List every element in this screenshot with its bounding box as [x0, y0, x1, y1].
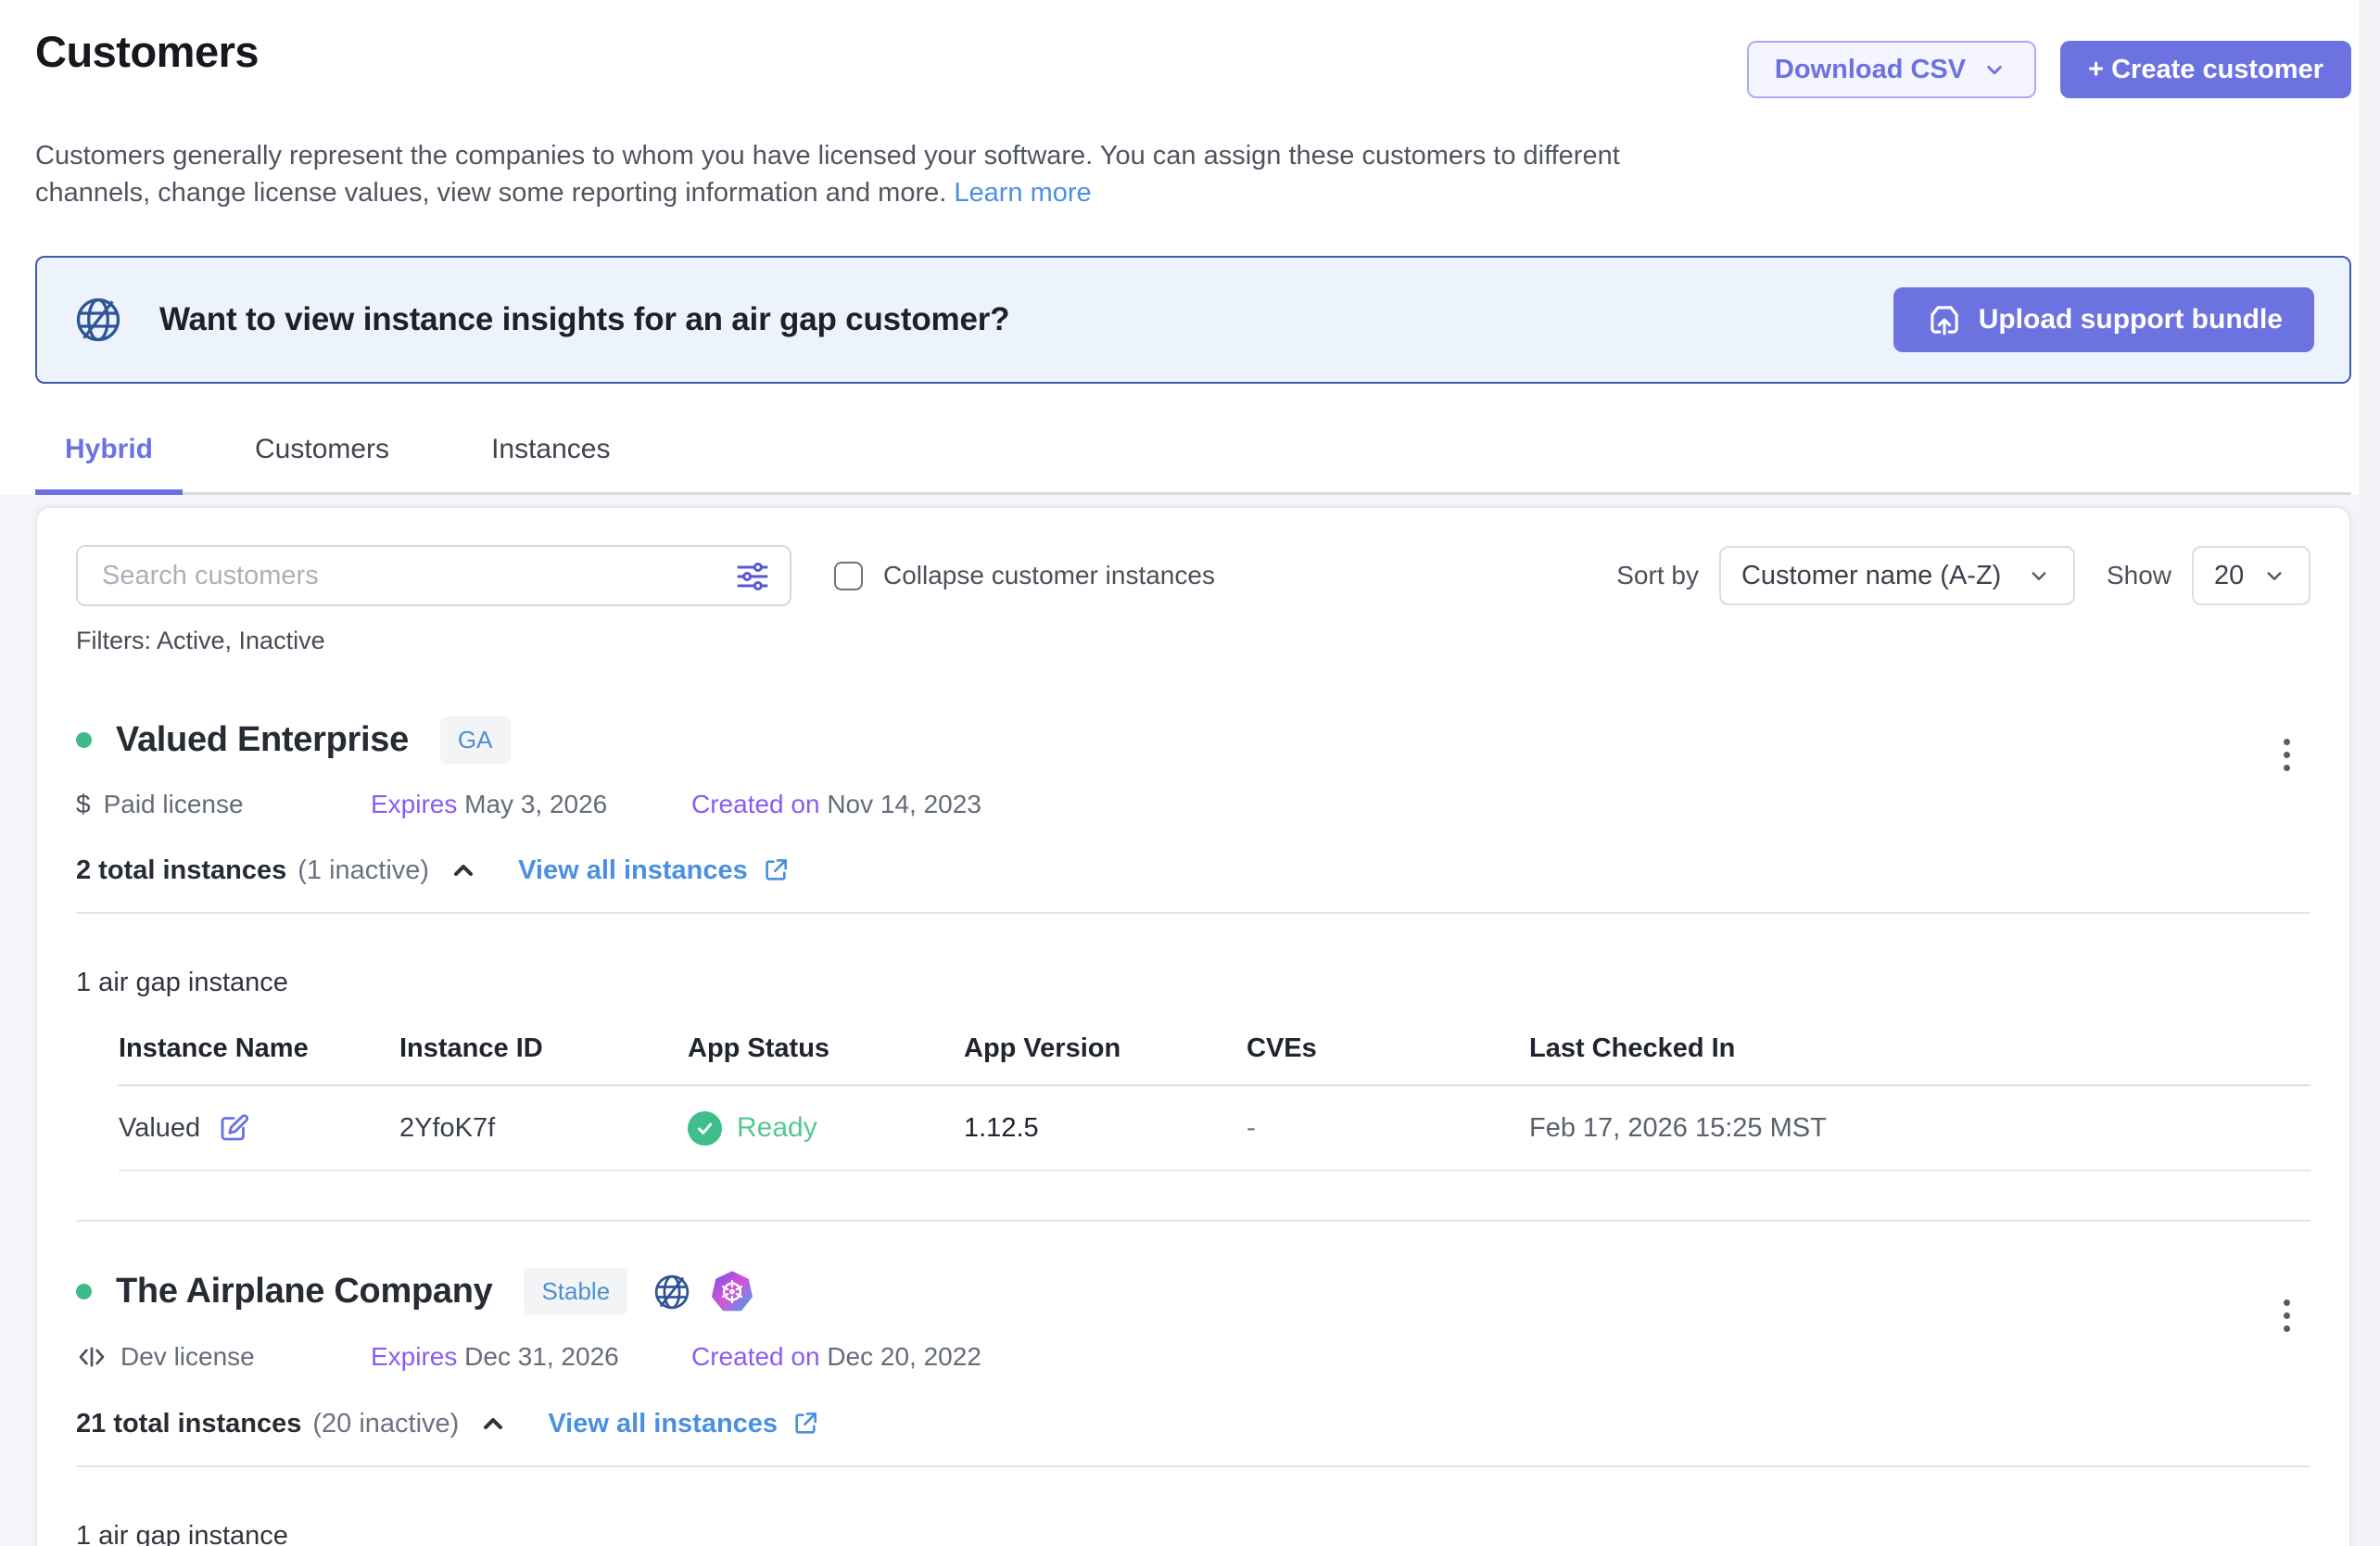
instance-name: Valued	[119, 1113, 200, 1144]
total-instances-count: 21 total instances	[76, 1409, 301, 1439]
chevron-down-icon	[1981, 56, 2008, 83]
col-app-version: App Version	[964, 1033, 1247, 1064]
tab-hybrid[interactable]: Hybrid	[35, 434, 183, 495]
banner-title: Want to view instance insights for an ai…	[159, 301, 1009, 338]
col-last-checked-in: Last Checked In	[1529, 1033, 2310, 1064]
view-all-instances-link[interactable]: View all instances	[518, 855, 791, 886]
license-type: Dev license	[120, 1342, 255, 1372]
upload-support-bundle-button[interactable]: Upload support bundle	[1893, 287, 2314, 352]
page-header: Customers Download CSV + Create customer…	[0, 0, 2359, 495]
app-status-value: Ready	[737, 1112, 817, 1144]
airgap-globe-icon	[652, 1272, 692, 1312]
chevron-up-icon[interactable]	[475, 1406, 511, 1441]
airgap-banner: Want to view instance insights for an ai…	[35, 256, 2351, 384]
chevron-up-icon[interactable]	[446, 853, 481, 888]
total-instances-count: 2 total instances	[76, 855, 286, 886]
expires-label: Expires	[371, 1342, 457, 1371]
list-controls: Collapse customer instances Sort by Cust…	[76, 545, 2310, 606]
divider	[76, 912, 2310, 914]
tab-customers[interactable]: Customers	[225, 434, 419, 495]
dev-license-code-icon	[76, 1341, 108, 1373]
collapse-instances-label: Collapse customer instances	[883, 561, 1215, 590]
table-header-row: Instance Name Instance ID App Status App…	[119, 1033, 2310, 1086]
instance-row: Valued 2YfoK7f	[119, 1086, 2310, 1172]
app-version-value: 1.12.5	[964, 1113, 1247, 1144]
customer-row-valued-enterprise: Valued Enterprise GA $ Paid license Expi…	[76, 716, 2310, 1222]
col-app-status: App Status	[688, 1033, 964, 1064]
collapse-instances-checkbox[interactable]	[834, 562, 863, 590]
customer-actions-menu[interactable]	[2276, 731, 2298, 779]
paid-license-icon: $	[76, 790, 91, 819]
channel-badge: GA	[440, 716, 511, 764]
airgap-instance-count: 1 air gap instance	[76, 1521, 2310, 1546]
created-on-label: Created on	[691, 790, 820, 818]
channel-badge: Stable	[524, 1268, 627, 1315]
external-link-icon	[761, 855, 791, 885]
tab-instances[interactable]: Instances	[462, 434, 639, 495]
chevron-down-icon	[2260, 562, 2288, 589]
learn-more-link[interactable]: Learn more	[954, 178, 1091, 208]
inactive-instances-count: (1 inactive)	[298, 855, 429, 886]
download-csv-button[interactable]: Download CSV	[1747, 41, 2036, 98]
filter-sliders-icon[interactable]	[734, 558, 771, 595]
page-description: Customers generally represent the compan…	[35, 137, 1717, 211]
expires-label: Expires	[371, 790, 457, 818]
customer-name-link[interactable]: Valued Enterprise	[116, 720, 409, 760]
active-filters-label: Filters: Active, Inactive	[76, 627, 2310, 655]
instance-id: 2YfoK7f	[399, 1113, 688, 1144]
main-section: Collapse customer instances Sort by Cust…	[0, 495, 2359, 1546]
sort-by-label: Sort by	[1616, 561, 1699, 590]
created-date: Dec 20, 2022	[827, 1342, 981, 1371]
customers-page: Customers Download CSV + Create customer…	[0, 0, 2380, 1546]
created-date: Nov 14, 2023	[827, 790, 981, 818]
embedded-cluster-kubernetes-icon	[711, 1271, 753, 1313]
cves-value: -	[1247, 1113, 1529, 1144]
create-customer-button[interactable]: + Create customer	[2060, 41, 2351, 98]
instances-table: Instance Name Instance ID App Status App…	[119, 1033, 2310, 1172]
customer-row-airplane-company: The Airplane Company Stable	[76, 1268, 2310, 1546]
search-input[interactable]	[76, 545, 791, 606]
active-status-dot	[76, 732, 92, 748]
vertical-scrollbar[interactable]	[2359, 0, 2380, 1546]
col-cves: CVEs	[1247, 1033, 1529, 1064]
customers-card: Collapse customer instances Sort by Cust…	[35, 506, 2351, 1546]
airgap-instance-count: 1 air gap instance	[76, 968, 2310, 998]
expires-date: Dec 31, 2026	[464, 1342, 619, 1371]
created-on-label: Created on	[691, 1342, 820, 1371]
sort-by-select[interactable]: Customer name (A-Z)	[1719, 546, 2075, 605]
divider	[76, 1465, 2310, 1467]
show-count-select[interactable]: 20	[2192, 546, 2310, 605]
customer-actions-menu[interactable]	[2276, 1292, 2298, 1339]
view-all-instances-link[interactable]: View all instances	[548, 1409, 820, 1439]
upload-icon	[1925, 300, 1964, 339]
customer-divider	[76, 1220, 2310, 1222]
airgap-globe-icon	[72, 294, 124, 346]
tab-bar: Hybrid Customers Instances	[35, 434, 2351, 495]
page-title: Customers	[35, 24, 259, 76]
license-type: Paid license	[104, 790, 244, 819]
show-label: Show	[2107, 561, 2171, 590]
last-checked-in-value: Feb 17, 2026 15:25 MST	[1529, 1113, 2310, 1144]
col-instance-id: Instance ID	[399, 1033, 688, 1064]
active-status-dot	[76, 1284, 92, 1299]
external-link-icon	[791, 1409, 820, 1438]
customer-name-link[interactable]: The Airplane Company	[116, 1272, 492, 1312]
inactive-instances-count: (20 inactive)	[312, 1409, 459, 1439]
expires-date: May 3, 2026	[464, 790, 607, 818]
col-instance-name: Instance Name	[119, 1033, 399, 1064]
ready-check-icon	[688, 1111, 722, 1146]
edit-pencil-icon[interactable]	[217, 1111, 250, 1145]
chevron-down-icon	[2025, 562, 2053, 589]
